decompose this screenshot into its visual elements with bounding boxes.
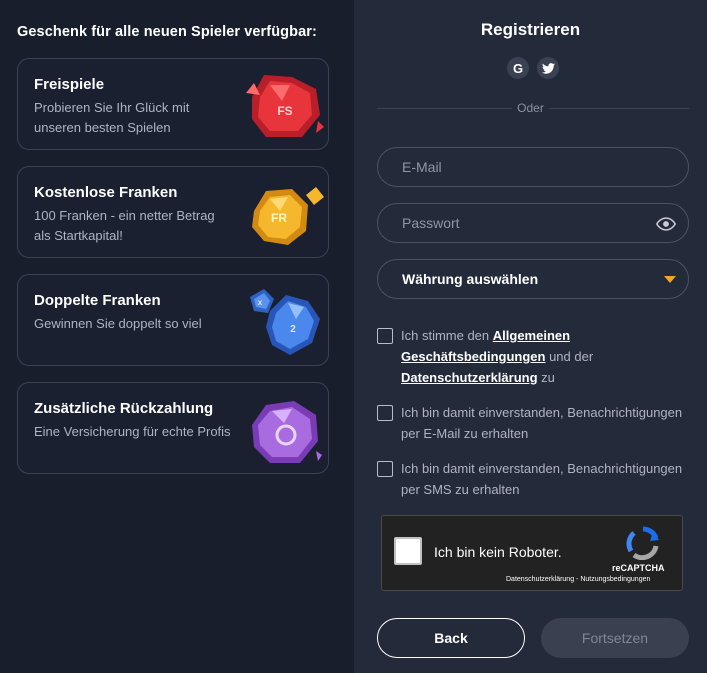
- back-button[interactable]: Back: [377, 618, 525, 658]
- password-field[interactable]: [377, 203, 689, 243]
- email-consent-text: Ich bin damit einverstanden, Benachricht…: [401, 405, 683, 441]
- email-consent-checkbox[interactable]: [377, 405, 393, 421]
- password-input[interactable]: [378, 204, 688, 242]
- currency-select[interactable]: Währung auswählen: [377, 259, 689, 299]
- gem-label-small: x: [258, 298, 263, 307]
- card-title: Zusätzliche Rückzahlung: [34, 400, 214, 417]
- google-icon[interactable]: G: [507, 57, 529, 79]
- register-title: Registrieren: [480, 20, 581, 39]
- card-title: Doppelte Franken: [34, 292, 161, 309]
- promo-panel: Geschenk für alle neuen Spieler verfügba…: [0, 0, 354, 673]
- email-field[interactable]: [377, 147, 689, 187]
- card-title: Kostenlose Franken: [34, 184, 178, 201]
- card-description: Gewinnen Sie doppelt so viel: [34, 316, 202, 331]
- privacy-link[interactable]: Datenschutzerklärung: [401, 370, 538, 385]
- email-input[interactable]: [378, 148, 688, 186]
- sms-consent-checkbox[interactable]: [377, 461, 393, 477]
- recaptcha-logo-icon: [626, 526, 659, 560]
- red-gem-icon: FS: [246, 75, 324, 137]
- gem-label: FS: [277, 104, 292, 118]
- recaptcha-checkbox[interactable]: [394, 537, 422, 565]
- gold-gem-icon: FR: [252, 187, 324, 245]
- recaptcha-label: Ich bin kein Roboter.: [434, 544, 562, 560]
- recaptcha-brand: reCAPTCHA: [612, 563, 665, 573]
- purple-gem-icon: [252, 401, 322, 463]
- gem-label: 2: [290, 324, 296, 335]
- blue-gems-icon: x 2: [250, 289, 320, 355]
- sms-consent-text: Ich bin damit einverstanden, Benachricht…: [401, 461, 683, 497]
- chevron-down-icon: [664, 276, 676, 283]
- promo-card-kostenlose-franken: Kostenlose Franken 100 Franken - ein net…: [17, 166, 329, 258]
- card-description: Eine Versicherung für echte Profis: [34, 424, 231, 439]
- eye-icon[interactable]: [656, 215, 676, 233]
- twitter-icon[interactable]: [537, 57, 559, 79]
- divider-right: [549, 108, 689, 109]
- card-title: Freispiele: [34, 76, 105, 93]
- register-panel: Registrieren G Oder Währung auswählen Ic…: [354, 0, 707, 673]
- card-description: Probieren Sie Ihr Glück mit unseren best…: [34, 100, 190, 135]
- card-description: 100 Franken - ein netter Betrag als Star…: [34, 208, 215, 243]
- promo-card-doppelte-franken: Doppelte Franken Gewinnen Sie doppelt so…: [17, 274, 329, 366]
- terms-text: Ich stimme den Allgemeinen Geschäftsbedi…: [401, 328, 594, 385]
- continue-button[interactable]: Fortsetzen: [541, 618, 689, 658]
- terms-checkbox[interactable]: [377, 328, 393, 344]
- promo-card-rueckzahlung: Zusätzliche Rückzahlung Eine Versicherun…: [17, 382, 329, 474]
- promo-title: Geschenk für alle neuen Spieler verfügba…: [17, 24, 317, 40]
- gem-label: FR: [271, 211, 287, 225]
- twitter-bird-icon: [541, 62, 555, 74]
- recaptcha-links[interactable]: Datenschutzerklärung - Nutzungsbedingung…: [506, 576, 650, 583]
- promo-card-freispiele: Freispiele Probieren Sie Ihr Glück mit u…: [17, 58, 329, 150]
- currency-select-label: Währung auswählen: [402, 271, 539, 287]
- recaptcha-widget: Ich bin kein Roboter. reCAPTCHA Datensch…: [381, 515, 683, 591]
